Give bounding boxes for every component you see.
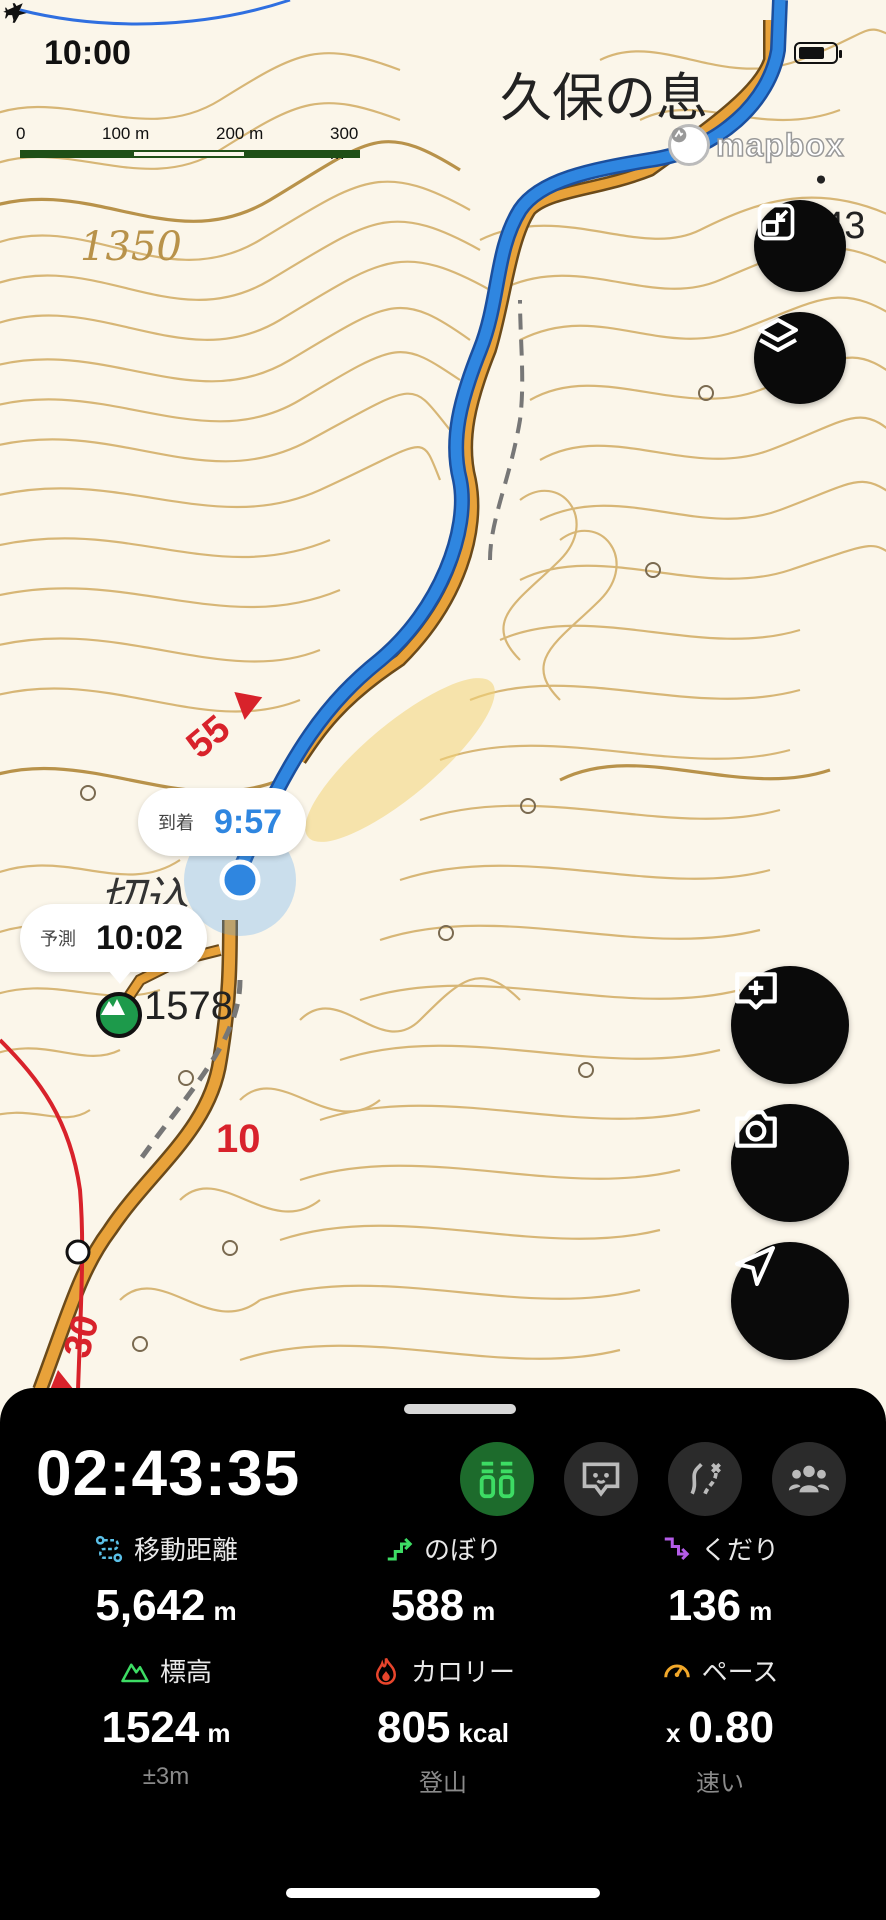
stat-pace-rating: 速い (696, 1770, 744, 1797)
add-memo-button[interactable] (731, 966, 849, 1084)
scale-label-0: 0 (16, 124, 26, 143)
stat-pace: ペース x 0.80 速い (580, 1652, 860, 1798)
mapbox-attribution[interactable]: mapbox (668, 124, 845, 166)
layers-button[interactable] (754, 312, 846, 404)
fit-screen-icon (757, 203, 795, 241)
stat-descent-value: 136 (667, 1581, 742, 1630)
arrival-bubble[interactable]: 到着 9:57 (138, 788, 307, 856)
descent-icon (664, 1537, 690, 1560)
scale-label-100: 100 m (102, 124, 150, 143)
summit-marker[interactable] (96, 992, 142, 1038)
activity-panel: 02:43:35 移動距離 5,642 m のぼり 588 m くだり 136 m (0, 1388, 886, 1920)
summit-elevation-label: 1578 (144, 984, 233, 1028)
stat-calorie-activity: 登山 (419, 1770, 467, 1797)
stat-calorie-unit: kcal (458, 1718, 510, 1748)
locate-arrow-icon (735, 1246, 775, 1286)
stat-elevation-unit: m (207, 1718, 231, 1748)
arrival-label: 到着 (158, 813, 194, 833)
stat-calorie: カロリー 805 kcal 登山 (303, 1652, 583, 1798)
mountain-icon (101, 999, 125, 1015)
forecast-bubble-tail (108, 970, 132, 984)
scale-label-200: 200 m (216, 124, 264, 143)
place-name-label: 久保の息 (500, 69, 709, 129)
airplane-icon (5, 3, 27, 23)
stat-distance: 移動距離 5,642 m (26, 1530, 306, 1631)
stat-pace-label: ペース (701, 1657, 779, 1687)
stat-ascent: のぼり 588 m (303, 1530, 583, 1631)
stat-distance-label: 移動距離 (133, 1535, 238, 1565)
locate-button[interactable] (731, 1242, 849, 1360)
elapsed-timer: 02:43:35 (36, 1437, 301, 1509)
distance-icon (95, 1535, 123, 1562)
arrival-time: 9:57 (214, 802, 283, 841)
mapbox-text: mapbox (715, 126, 845, 164)
hiking-mode-button[interactable] (460, 1442, 534, 1516)
stat-calorie-label: カロリー (410, 1657, 515, 1687)
stat-distance-value: 5,642 (95, 1581, 206, 1630)
map-view[interactable]: 55 10 30 10:00 0 100 m 200 m 300 m 久保の息 … (0, 0, 886, 1390)
scale-label-300: 300 m (330, 124, 359, 163)
ascent-icon (387, 1537, 413, 1560)
add-memo-icon (735, 972, 777, 1010)
stat-elevation-label: 標高 (159, 1657, 212, 1687)
stat-ascent-value: 588 (390, 1581, 465, 1630)
stat-ascent-label: のぼり (423, 1535, 502, 1565)
fit-screen-button[interactable] (754, 200, 846, 292)
route-mode-icon (690, 1463, 721, 1495)
forecast-bubble[interactable]: 予測 10:02 (20, 904, 207, 972)
route-mode-button[interactable] (668, 1442, 742, 1516)
sheet-grabber[interactable] (404, 1404, 516, 1414)
stat-descent: くだり 136 m (580, 1530, 860, 1631)
stat-pace-prefix: x (665, 1718, 681, 1748)
stat-descent-label: くだり (700, 1535, 779, 1565)
calorie-icon (375, 1657, 396, 1685)
contour-elevation-label: 1350 (80, 224, 182, 270)
layers-icon (758, 318, 798, 352)
pace-icon (663, 1664, 690, 1677)
elevation-icon (121, 1663, 149, 1682)
group-mode-button[interactable] (772, 1442, 846, 1516)
dog-mode-button[interactable] (564, 1442, 638, 1516)
forecast-label: 予測 (40, 929, 76, 949)
dog-mode-icon (582, 1462, 620, 1497)
stat-pace-value: 0.80 (688, 1703, 775, 1752)
status-time: 10:00 (44, 34, 131, 72)
stat-ascent-unit: m (472, 1596, 496, 1626)
stat-elevation: 標高 1524 m ±3m (26, 1652, 306, 1791)
forecast-time: 10:02 (96, 918, 183, 957)
battery-icon (794, 42, 842, 64)
route-mark-10: 10 (216, 1117, 261, 1161)
stat-descent-unit: m (749, 1596, 773, 1626)
mapbox-logo-icon (668, 124, 710, 166)
home-indicator[interactable] (286, 1888, 600, 1898)
stat-distance-unit: m (213, 1596, 237, 1626)
camera-button[interactable] (731, 1104, 849, 1222)
hiking-mode-icon (479, 1461, 515, 1499)
group-mode-icon (788, 1465, 830, 1493)
stat-calorie-value: 805 (376, 1703, 451, 1752)
stat-elevation-value: 1524 (101, 1703, 200, 1752)
camera-icon (735, 1110, 777, 1148)
stat-elevation-accuracy: ±3m (142, 1763, 190, 1790)
